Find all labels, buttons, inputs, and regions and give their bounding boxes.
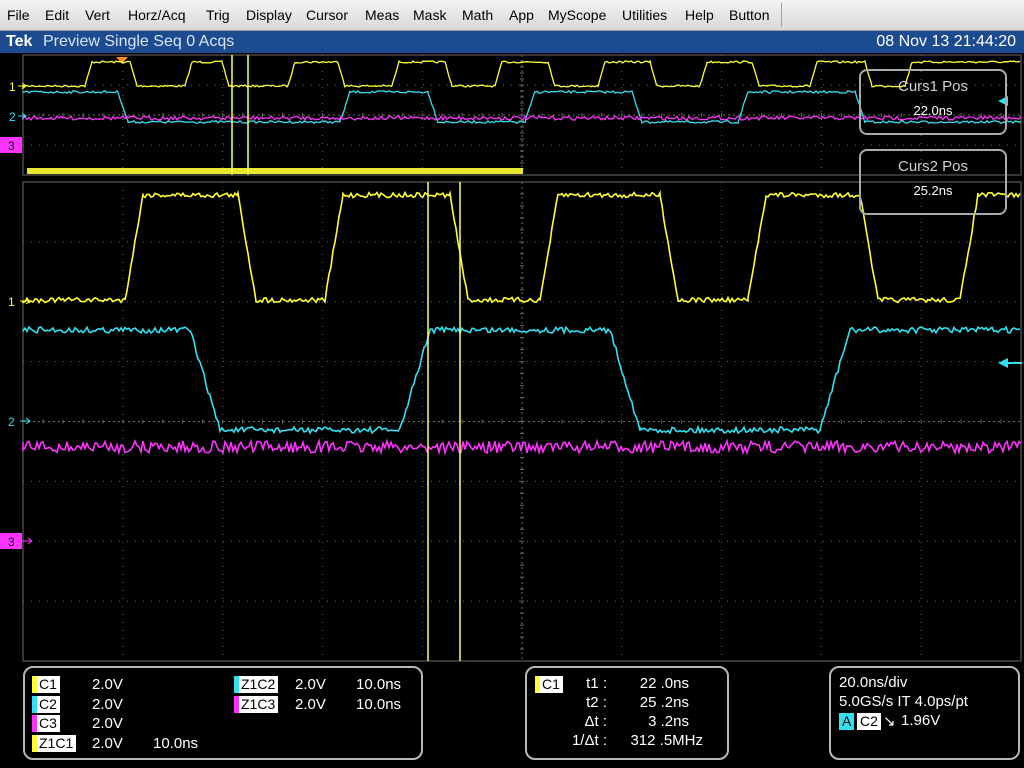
z1c3-timescale: 10.0ns (356, 696, 402, 713)
channel-badge-z1c1[interactable]: Z1C1 (32, 735, 77, 752)
ch2-marker: 2 (8, 415, 15, 429)
t2-value: 25 .2ns (639, 694, 689, 711)
delta-t-value: 3 .2ns (648, 713, 689, 730)
channel-badge-c3[interactable]: C3 (32, 715, 60, 732)
curs2-pos-label: Curs2 Pos (897, 158, 969, 175)
measure-source-swatch (535, 676, 540, 693)
c1-scale: 2.0V (92, 676, 123, 693)
z1c1-timescale: 10.0ns (153, 735, 199, 752)
trigger-source-badge[interactable]: C2 (857, 713, 881, 730)
inverse-delta-t-label: 1/Δt : (571, 732, 607, 749)
t1-value: 22 .0ns (639, 675, 689, 692)
sample-rate: 5.0GS/s IT 4.0ps/pt (839, 693, 968, 710)
c3-color-swatch (32, 715, 37, 732)
overview-channel-markers: 1 2 3 (0, 80, 27, 153)
curs2-pos-box[interactable]: Curs2 Pos 25.2ns (859, 149, 1007, 215)
cursor-measurement-panel[interactable]: C1 t1 : 22 .0ns t2 : 25 .2ns Δt : 3 .2ns… (525, 666, 729, 760)
c2-scale: 2.0V (92, 696, 123, 713)
curs1-pos-label: Curs1 Pos (897, 78, 969, 95)
z1c1-scale: 2.0V (92, 735, 123, 752)
timebase-trigger-panel[interactable]: 20.0ns/div 5.0GS/s IT 4.0ps/pt A C2 ↘ 1.… (829, 666, 1020, 760)
channel-badge-z1c2[interactable]: Z1C2 (234, 676, 279, 693)
channel-badge-c1[interactable]: C1 (32, 676, 60, 693)
overview-ch1-marker: 1 (9, 80, 16, 94)
curs2-pos-value: 25.2ns (913, 183, 953, 198)
t1-label: t1 : (586, 675, 607, 692)
trigger-mode-badge[interactable]: A (839, 713, 855, 730)
trigger-slope-icon: ↘ (883, 713, 896, 730)
curs1-pos-box[interactable]: Curs1 Pos 22.0ns (859, 69, 1007, 135)
trigger-level: 1.96V (901, 712, 941, 729)
z1c2-color-swatch (234, 676, 239, 693)
overview-ch2-marker: 2 (9, 110, 16, 124)
delta-t-label: Δt : (584, 713, 607, 730)
z1c1-color-swatch (32, 735, 37, 752)
main-channel-markers: 1 2 3 (0, 295, 33, 549)
z1c3-color-swatch (234, 696, 239, 713)
ch3-marker: 3 (8, 535, 15, 549)
horizontal-scale: 20.0ns/div (839, 674, 908, 691)
inverse-delta-t-value: 312 .5MHz (630, 732, 703, 749)
zoom-region-bar[interactable] (27, 168, 523, 174)
channel-badge-z1c3[interactable]: Z1C3 (234, 696, 279, 713)
t2-label: t2 : (586, 694, 607, 711)
c2-color-swatch (32, 696, 37, 713)
main-graticule (22, 181, 1022, 662)
z1c2-timescale: 10.0ns (356, 676, 402, 693)
curs1-pos-value: 22.0ns (913, 103, 953, 118)
z1c3-scale: 2.0V (295, 696, 326, 713)
ch1-marker: 1 (8, 295, 15, 309)
overview-ch3-marker: 3 (8, 139, 15, 153)
c3-scale: 2.0V (92, 715, 123, 732)
channel-badge-c2[interactable]: C2 (32, 696, 60, 713)
c1-color-swatch (32, 676, 37, 693)
channel-readout-panel[interactable]: C1 2.0V C2 2.0V C3 2.0V Z1C1 2.0V 10.0ns… (23, 666, 423, 760)
z1c2-scale: 2.0V (295, 676, 326, 693)
